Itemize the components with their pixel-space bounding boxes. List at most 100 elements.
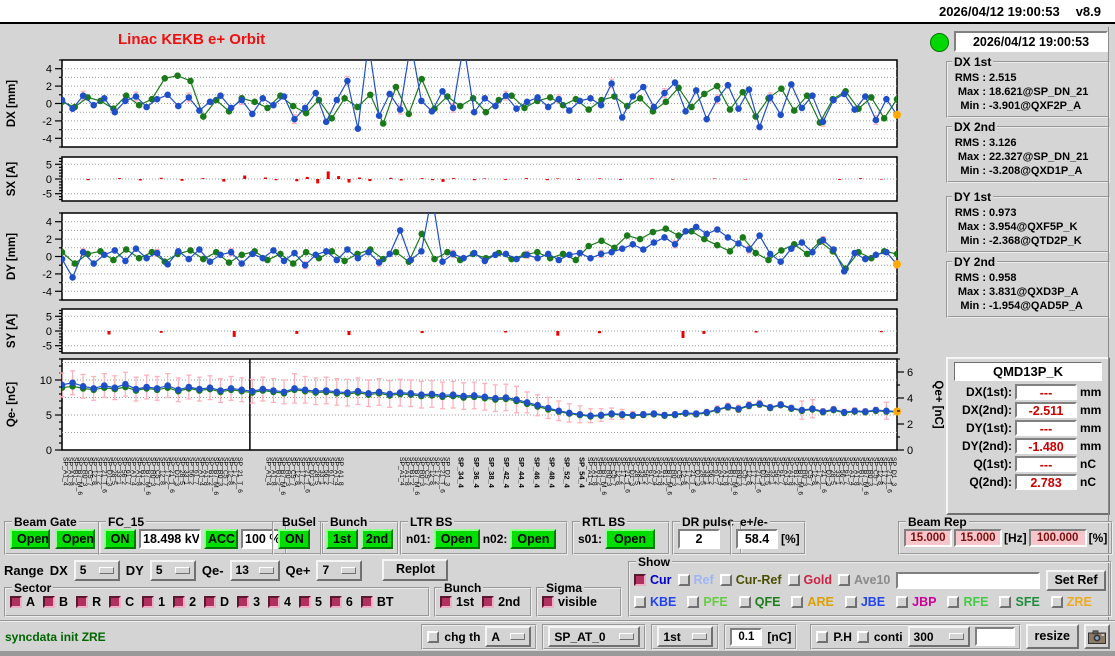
rtl-bs-label: RTL BS xyxy=(582,515,626,529)
chg-th-checkbox[interactable] xyxy=(427,630,440,643)
range-label: Range xyxy=(4,562,44,578)
sp-select-segment: SP_AT_0 xyxy=(542,623,647,650)
busel-on-button[interactable]: ON xyxy=(278,529,310,549)
bunch-2nd-button[interactable]: 2nd xyxy=(361,529,393,549)
stat-box-dx-1st: DX 1st RMS :2.515 Max :18.621@SP_DN_21 Min … xyxy=(946,55,1110,118)
sector-checkbox-B[interactable] xyxy=(43,596,56,608)
bunch-checkbox-1st[interactable] xyxy=(440,596,452,608)
range-dy-dropdown[interactable]: 5 xyxy=(149,559,196,581)
show-checkbox-gold[interactable] xyxy=(787,574,800,586)
stat-line-label: Max : xyxy=(957,286,986,298)
monitor-row-label: Q(1st): xyxy=(973,457,1012,471)
sp-select-dropdown[interactable]: SP_AT_0 xyxy=(548,626,641,647)
fc15-kv-field[interactable]: 18.498 kV xyxy=(139,529,201,549)
sector-checkbox-D[interactable] xyxy=(204,596,217,608)
bunch-item-2nd: 2nd xyxy=(482,595,520,609)
stat-line-label: Min : xyxy=(960,235,986,247)
bunch-checkbox-2nd[interactable] xyxy=(482,596,495,608)
show-checkbox-jbe[interactable] xyxy=(844,596,857,608)
sector-checkbox-5[interactable] xyxy=(298,596,311,608)
show-checkbox-jbp[interactable] xyxy=(896,596,909,608)
range-qeminus-dropdown[interactable]: 13 xyxy=(229,559,280,581)
show-checkbox-ave10[interactable] xyxy=(838,574,850,586)
ltr-bs-n01-open-button[interactable]: Open xyxy=(433,529,480,549)
screenshot-button[interactable] xyxy=(1084,624,1110,649)
conti-label: conti xyxy=(873,629,903,644)
titlebar-version: v8.9 xyxy=(1075,4,1101,19)
show-checkbox-are[interactable] xyxy=(791,596,804,608)
show-label-gold: Gold xyxy=(803,573,832,587)
replot-button[interactable]: Replot xyxy=(382,559,449,581)
beam-gate-open-button-1[interactable]: Open xyxy=(10,529,50,549)
dr-pulse-field[interactable]: 2 xyxy=(678,529,720,549)
sector-checkbox-2[interactable] xyxy=(173,596,186,608)
show-checkbox-rfe[interactable] xyxy=(947,596,960,608)
svg-text:DX [mm]: DX [mm] xyxy=(6,80,18,127)
svg-text:5: 5 xyxy=(46,159,52,171)
show-item-zre: ZRE xyxy=(1050,595,1092,609)
sector-checkbox-A[interactable] xyxy=(10,596,22,608)
ph-checkbox[interactable] xyxy=(816,630,829,643)
bunch-select-dropdown[interactable]: 1st xyxy=(657,626,714,647)
show-checkbox-pfe[interactable] xyxy=(687,596,700,608)
stat-line-label: RMS : xyxy=(954,72,986,84)
sector-checkbox-1[interactable] xyxy=(142,596,155,608)
sector-checkbox-R[interactable] xyxy=(76,596,89,608)
camera-icon xyxy=(1088,629,1106,644)
svg-text:0: 0 xyxy=(907,445,913,457)
beam-gate-open-button-2[interactable]: Open xyxy=(55,529,95,549)
set-ref-input[interactable] xyxy=(896,571,1040,589)
busel-group: BuSel ON xyxy=(272,515,325,555)
show-checkbox-zre[interactable] xyxy=(1050,596,1063,608)
show-checkbox-cur[interactable] xyxy=(634,574,646,586)
sigma-item-visible: visible xyxy=(542,595,597,609)
sigma-checkbox-visible[interactable] xyxy=(542,596,554,608)
show-checkbox-ref[interactable] xyxy=(677,574,690,586)
sector-checkbox-C[interactable] xyxy=(109,596,122,608)
count-dropdown[interactable]: 300 xyxy=(907,626,970,647)
ltr-bs-n02-open-button[interactable]: Open xyxy=(510,529,557,549)
show-item-ref: Ref xyxy=(677,573,714,587)
ratio-field: 58.4 xyxy=(736,529,778,549)
resize-button[interactable]: resize xyxy=(1025,624,1079,649)
show-checkbox-qfe[interactable] xyxy=(738,596,751,608)
range-dx-dropdown[interactable]: 5 xyxy=(73,559,120,581)
sector-label-D: D xyxy=(220,595,230,609)
svg-text:0: 0 xyxy=(46,174,52,186)
fc15-label: FC_15 xyxy=(108,515,145,529)
show-checkbox-sfe[interactable] xyxy=(999,596,1012,608)
stat-line-value: -2.368@QTD2P_K xyxy=(989,235,1082,247)
free-input[interactable] xyxy=(974,627,1015,646)
fc15-on-button[interactable]: ON xyxy=(104,529,136,549)
sector-checkbox-3[interactable] xyxy=(237,596,250,608)
svg-text:0: 0 xyxy=(46,326,52,338)
set-ref-button[interactable]: Set Ref xyxy=(1046,569,1106,591)
bunch-item-1st: 1st xyxy=(440,595,474,609)
sector-checkbox-BT[interactable] xyxy=(360,596,373,608)
stat-line-label: Max : xyxy=(957,221,986,233)
threshold-field[interactable]: 0.1 xyxy=(730,627,763,646)
sector-checkbox-4[interactable] xyxy=(268,596,281,608)
svg-text:SP_52_4: SP_52_4 xyxy=(563,457,572,489)
conti-checkbox[interactable] xyxy=(856,630,869,643)
stat-line-label: Max : xyxy=(957,151,986,163)
bunch-1st-button[interactable]: 1st xyxy=(326,529,358,549)
range-qeplus-dropdown[interactable]: 7 xyxy=(316,559,363,581)
acquisition-segment: P.H conti 300 xyxy=(810,623,1021,650)
show-checkbox-kbe[interactable] xyxy=(634,596,646,608)
chg-th-dropdown[interactable]: A xyxy=(485,626,532,647)
monitor-row-label: Q(2nd): xyxy=(969,475,1012,489)
sector-item-BT: BT xyxy=(360,595,394,609)
sector-label-1: 1 xyxy=(158,595,166,609)
stat-line-label: RMS : xyxy=(954,207,986,219)
stat-line-value: -3.208@QXD1P_A xyxy=(989,165,1083,177)
titlebar-datetime: 2026/04/12 19:00:53 xyxy=(938,4,1060,19)
monitor-row-value: --- xyxy=(1015,456,1077,472)
beam-gate-label: Beam Gate xyxy=(14,515,77,529)
sector-checkbox-6[interactable] xyxy=(329,596,342,608)
monitor-row-label: DY(2nd): xyxy=(962,439,1012,453)
sector-item-R: R xyxy=(76,595,101,609)
show-checkbox-cur-ref[interactable] xyxy=(719,574,732,586)
rtl-bs-s01-open-button[interactable]: Open xyxy=(605,529,656,549)
fc15-acc-button[interactable]: ACC xyxy=(204,529,238,549)
